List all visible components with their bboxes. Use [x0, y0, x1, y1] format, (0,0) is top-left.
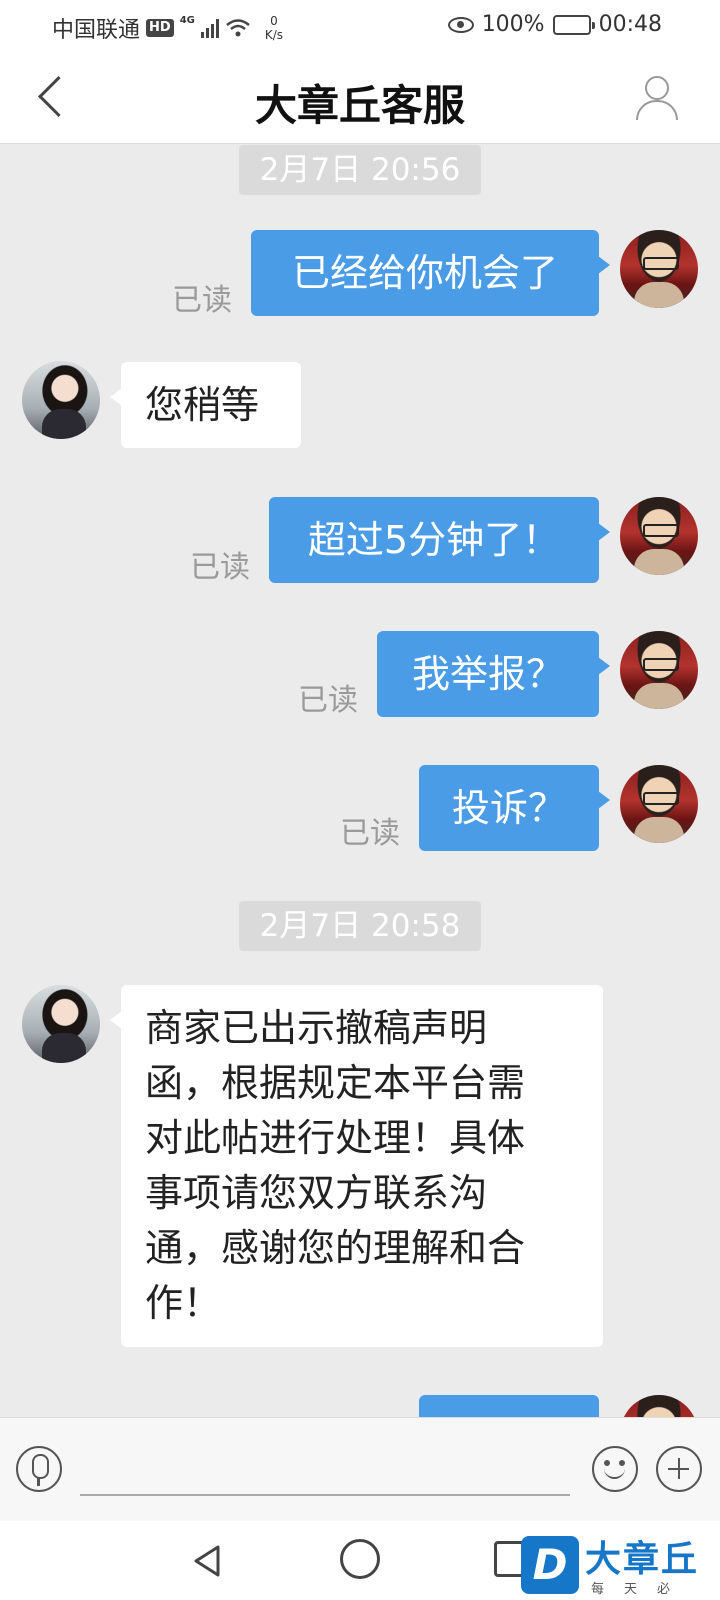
- nav-back-button[interactable]: [188, 1541, 228, 1581]
- eye-comfort-icon: [447, 16, 474, 33]
- message-bubble-outgoing[interactable]: 投诉？: [419, 765, 610, 851]
- message-bubble-outgoing[interactable]: 已经给你机会了: [251, 230, 610, 316]
- read-receipt: 已读: [190, 550, 250, 585]
- carrier-name: 中国联通: [52, 18, 141, 43]
- timestamp-badge: 2月7日 20:58: [239, 901, 481, 951]
- message-line: 通，感谢您的理解和合: [145, 1226, 526, 1270]
- voice-input-button[interactable]: [16, 1446, 62, 1492]
- message-input-bar: [0, 1417, 720, 1521]
- watermark: D 大章丘 每天必看: [521, 1530, 720, 1600]
- hd-icon: HD: [146, 19, 174, 37]
- nav-home-button[interactable]: [340, 1539, 380, 1579]
- message-line: 作！: [145, 1281, 222, 1325]
- message-line: 事项请您双方联系沟: [145, 1171, 488, 1215]
- signal-icon: [200, 18, 219, 38]
- my-avatar[interactable]: [620, 230, 698, 308]
- read-receipt: 已读: [340, 816, 400, 851]
- my-avatar[interactable]: [620, 765, 698, 843]
- network-type: 4G: [179, 14, 195, 26]
- message-line: 商家已出示撤稿声明: [145, 1006, 488, 1050]
- agent-avatar[interactable]: [22, 361, 100, 439]
- more-options-button[interactable]: [656, 1446, 702, 1492]
- my-avatar[interactable]: [620, 1395, 698, 1417]
- battery-percent: 100%: [481, 12, 545, 37]
- speed-unit: K/s: [264, 28, 284, 42]
- watermark-slogan: 每天必看: [591, 1582, 691, 1597]
- read-receipt: 已读: [172, 283, 232, 318]
- message-bubble-outgoing[interactable]: 我举报？: [377, 631, 610, 717]
- clock: 00:48: [598, 12, 662, 37]
- page-title: 大章丘客服: [254, 81, 465, 130]
- wifi-icon: [225, 18, 251, 38]
- chat-messages[interactable]: 2月7日 20:56 已读 已经给你机会了 您稍等 已读 超过5分钟了！ 已读 …: [0, 145, 720, 1417]
- status-left: 中国联通 HD 4G 0 K/s: [52, 12, 283, 44]
- timestamp-badge: 2月7日 20:56: [239, 145, 481, 195]
- read-receipt: 已读: [298, 683, 358, 718]
- message-bubble-outgoing[interactable]: [419, 1395, 599, 1417]
- emoji-button[interactable]: [592, 1446, 638, 1492]
- status-bar: 中国联通 HD 4G 0 K/s 100% 00:48: [0, 0, 720, 52]
- battery-icon: [552, 14, 595, 35]
- watermark-logo: D: [521, 1536, 579, 1594]
- my-avatar[interactable]: [620, 631, 698, 709]
- chat-header: 大章丘客服: [0, 52, 720, 144]
- agent-avatar[interactable]: [22, 985, 100, 1063]
- network-speed: 0 K/s: [265, 14, 283, 42]
- status-right: 100% 00:48: [447, 12, 662, 37]
- watermark-name: 大章丘: [585, 1539, 700, 1580]
- my-avatar[interactable]: [620, 497, 698, 575]
- profile-button[interactable]: [632, 70, 684, 126]
- message-line: 对此帖进行处理！具体: [145, 1116, 526, 1160]
- message-bubble-incoming[interactable]: 您稍等: [110, 362, 301, 448]
- message-bubble-incoming[interactable]: 商家已出示撤稿声明 函，根据规定本平台需 对此帖进行处理！具体 事项请您双方联系…: [110, 985, 603, 1347]
- message-line: 函，根据规定本平台需: [145, 1061, 526, 1105]
- message-input[interactable]: [80, 1438, 570, 1496]
- user-icon: [645, 76, 669, 100]
- message-bubble-outgoing[interactable]: 超过5分钟了！: [269, 497, 610, 583]
- speed-value: 0: [270, 14, 278, 28]
